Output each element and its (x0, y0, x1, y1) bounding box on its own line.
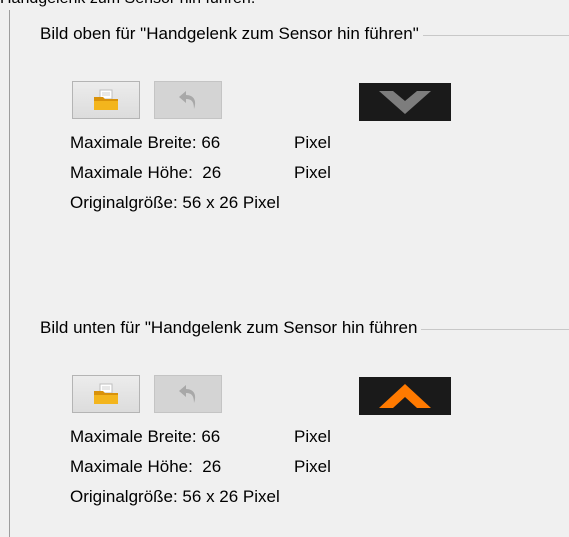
undo-arrow-icon (179, 385, 196, 403)
folder-open-icon (94, 383, 118, 404)
undo-image-button[interactable] (154, 81, 222, 119)
open-image-button[interactable] (72, 81, 140, 119)
max-width-unit: Pixel (294, 133, 331, 152)
group-divider-line (422, 34, 569, 36)
group-header: Bild unten für "Handgelenk zum Sensor hi… (40, 316, 569, 340)
original-size-text: Originalgröße: 56 x 26 Pixel (70, 193, 280, 212)
image-preview (359, 377, 451, 415)
max-width-unit: Pixel (294, 427, 331, 446)
max-height-unit: Pixel (294, 163, 331, 182)
clipped-heading-text: Handgelenk zum Sensor hin führen. (0, 0, 255, 8)
clipped-heading-strip: Handgelenk zum Sensor hin führen. (0, 0, 569, 10)
group-divider-line (421, 328, 569, 330)
max-height-unit: Pixel (294, 457, 331, 476)
group-title: Bild oben für "Handgelenk zum Sensor hin… (40, 24, 423, 44)
group-image-bottom: Bild unten für "Handgelenk zum Sensor hi… (40, 316, 569, 536)
group-header: Bild oben für "Handgelenk zum Sensor hin… (40, 22, 569, 46)
original-size-text: Originalgröße: 56 x 26 Pixel (70, 487, 280, 506)
max-height-label: Maximale Höhe: 26 (70, 163, 222, 182)
image-preview (359, 83, 451, 121)
chevron-up-icon (379, 384, 431, 408)
group-image-top: Bild oben für "Handgelenk zum Sensor hin… (40, 22, 569, 242)
chevron-down-icon (379, 91, 431, 114)
max-width-label: Maximale Breite: 66 (70, 133, 221, 152)
max-width-label: Maximale Breite: 66 (70, 427, 221, 446)
folder-open-icon (94, 89, 118, 110)
group-title: Bild unten für "Handgelenk zum Sensor hi… (40, 318, 422, 338)
image-settings-panel: Handgelenk zum Sensor hin führen. Bild o… (0, 0, 569, 537)
undo-arrow-icon (179, 91, 196, 109)
open-image-button[interactable] (72, 375, 140, 413)
undo-image-button[interactable] (154, 375, 222, 413)
panel-left-border (9, 10, 10, 537)
max-height-label: Maximale Höhe: 26 (70, 457, 222, 476)
